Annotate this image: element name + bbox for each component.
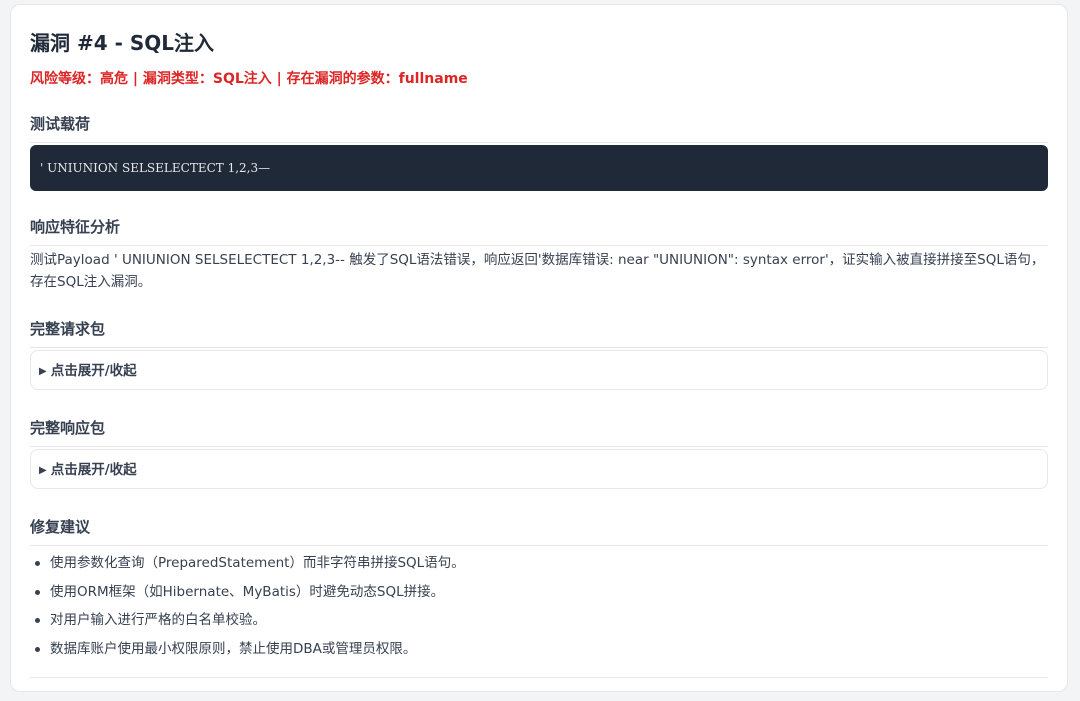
list-item: 对用户输入进行严格的白名单校验。: [30, 606, 1048, 635]
list-item: 数据库账户使用最小权限原则，禁止使用DBA或管理员权限。: [30, 635, 1048, 664]
triangle-right-icon: ▶: [39, 465, 47, 476]
request-toggle[interactable]: ▶ 点击展开/收起: [30, 350, 1048, 390]
bullet-icon: [35, 561, 40, 566]
triangle-right-icon: ▶: [39, 366, 47, 377]
bullet-icon: [35, 647, 40, 653]
list-item: 使用参数化查询（PreparedStatement）而非字符串拼接SQL语句。: [30, 549, 1048, 578]
response-toggle[interactable]: ▶ 点击展开/收起: [30, 449, 1048, 489]
fix-heading: 修复建议: [30, 516, 1048, 546]
request-toggle-label: 点击展开/收起: [50, 363, 137, 379]
analysis-text: 测试Payload ' UNIUNION SELSELECTECT 1,2,3-…: [30, 252, 1045, 290]
bullet-icon: [35, 589, 40, 595]
list-item-text: 使用参数化查询（PreparedStatement）而非字符串拼接SQL语句。: [50, 555, 465, 571]
risk-summary: 风险等级：高危 | 漏洞类型：SQL注入 | 存在漏洞的参数：fullname: [30, 71, 468, 87]
list-item-text: 对用户输入进行严格的白名单校验。: [50, 612, 266, 629]
vulnerability-title: 漏洞 #4 - SQL注入: [30, 31, 215, 55]
list-item-text: 使用ORM框架（如Hibernate、MyBatis）时避免动态SQL拼接。: [50, 583, 445, 600]
fix-list: 使用参数化查询（PreparedStatement）而非字符串拼接SQL语句。 …: [30, 549, 1048, 664]
vulnerability-card: 漏洞 #4 - SQL注入 风险等级：高危 | 漏洞类型：SQL注入 | 存在漏…: [10, 4, 1068, 692]
list-item-text: 数据库账户使用最小权限原则，禁止使用DBA或管理员权限。: [50, 641, 417, 658]
response-toggle-label: 点击展开/收起: [50, 462, 137, 478]
payload-code-block: ' UNIUNION SELSELECTECT 1,2,3—: [30, 145, 1048, 191]
response-heading: 完整响应包: [30, 417, 1048, 447]
analysis-heading: 响应特征分析: [30, 216, 1048, 246]
payload-heading: 测试载荷: [30, 113, 1048, 143]
list-item: 使用ORM框架（如Hibernate、MyBatis）时避免动态SQL拼接。: [30, 578, 1048, 607]
request-heading: 完整请求包: [30, 318, 1048, 348]
bullet-icon: [35, 618, 40, 624]
divider: [30, 677, 1048, 678]
